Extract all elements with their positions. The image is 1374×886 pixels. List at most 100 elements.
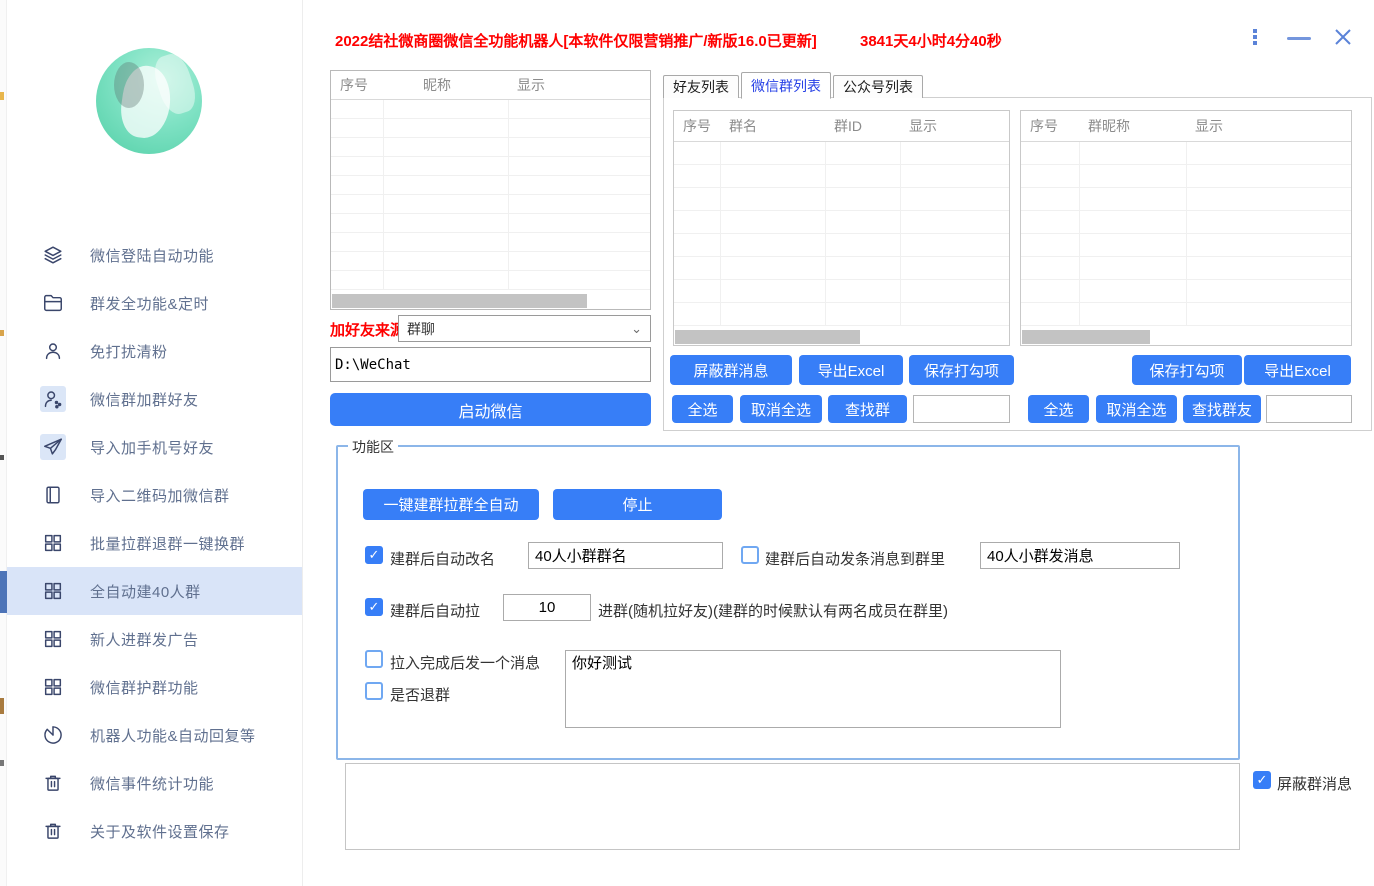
find-group-input[interactable] bbox=[913, 395, 1010, 423]
table-row[interactable] bbox=[674, 187, 1009, 210]
save-checked-button[interactable]: 保存打勾项 bbox=[1132, 355, 1242, 385]
auto-pull-checkbox[interactable] bbox=[365, 598, 383, 616]
horizontal-scrollbar[interactable] bbox=[675, 330, 1009, 344]
rename-checkbox[interactable] bbox=[365, 546, 383, 564]
horizontal-scrollbar[interactable] bbox=[1022, 330, 1351, 344]
table-row[interactable] bbox=[331, 232, 650, 251]
table-row[interactable] bbox=[1021, 256, 1351, 279]
sidebar-item[interactable]: 导入二维码加微信群 bbox=[7, 471, 302, 519]
sidebar-item[interactable]: 机器人功能&自动回复等 bbox=[7, 711, 302, 759]
tab[interactable]: 好友列表 bbox=[663, 75, 739, 98]
column-header[interactable]: 显示 bbox=[900, 111, 1009, 141]
menu-dots-icon[interactable] bbox=[1245, 26, 1265, 48]
scrollbar-thumb[interactable] bbox=[1022, 330, 1150, 344]
sidebar-item[interactable]: 群发全功能&定时 bbox=[7, 279, 302, 327]
group-table: 序号群名群ID显示 bbox=[673, 110, 1010, 346]
scrollbar-thumb[interactable] bbox=[675, 330, 860, 344]
pull-count-input[interactable] bbox=[503, 594, 591, 621]
sidebar-item[interactable]: 微信群护群功能 bbox=[7, 663, 302, 711]
export-excel-button[interactable]: 导出Excel bbox=[1244, 355, 1351, 385]
table-row[interactable] bbox=[331, 175, 650, 194]
export-excel-button[interactable]: 导出Excel bbox=[799, 355, 903, 385]
table-row[interactable] bbox=[331, 251, 650, 270]
scrollbar-thumb[interactable] bbox=[332, 294, 587, 308]
table-row[interactable] bbox=[1021, 302, 1351, 325]
table-row[interactable] bbox=[1021, 187, 1351, 210]
unselect-all-button[interactable]: 取消全选 bbox=[740, 395, 822, 423]
screen-edge-strip bbox=[0, 0, 7, 886]
sidebar-item[interactable]: 微信登陆自动功能 bbox=[7, 231, 302, 279]
find-group-button[interactable]: 查找群 bbox=[828, 395, 907, 423]
table-row[interactable] bbox=[674, 256, 1009, 279]
column-header[interactable]: 序号 bbox=[331, 71, 383, 99]
column-header[interactable]: 群名 bbox=[720, 111, 825, 141]
after-message-label: 拉入完成后发一个消息 bbox=[390, 652, 540, 673]
start-wechat-button[interactable]: 启动微信 bbox=[330, 393, 651, 426]
table-row[interactable] bbox=[674, 233, 1009, 256]
after-message-checkbox[interactable] bbox=[365, 650, 383, 668]
group-name-input[interactable] bbox=[528, 542, 723, 569]
table-row[interactable] bbox=[674, 141, 1009, 164]
table-row[interactable] bbox=[1021, 279, 1351, 302]
column-header[interactable]: 序号 bbox=[674, 111, 720, 141]
auto-create-group-button[interactable]: 一键建群拉群全自动 bbox=[363, 489, 539, 520]
sidebar-item[interactable]: 导入加手机号好友 bbox=[7, 423, 302, 471]
column-header[interactable]: 显示 bbox=[1186, 111, 1351, 141]
table-row[interactable] bbox=[331, 194, 650, 213]
column-header[interactable]: 群昵称 bbox=[1079, 111, 1186, 141]
sidebar-item[interactable]: 全自动建40人群 bbox=[7, 567, 302, 615]
notebook-icon bbox=[40, 482, 66, 508]
horizontal-scrollbar[interactable] bbox=[332, 294, 650, 308]
column-header[interactable]: 群ID bbox=[825, 111, 900, 141]
sidebar-item[interactable]: 免打扰清粉 bbox=[7, 327, 302, 375]
unselect-all-button[interactable]: 取消全选 bbox=[1096, 395, 1177, 423]
block-group-msg-button[interactable]: 屏蔽群消息 bbox=[670, 355, 792, 385]
sidebar-item[interactable]: 批量拉群退群一键换群 bbox=[7, 519, 302, 567]
table-row[interactable] bbox=[674, 210, 1009, 233]
table-row[interactable] bbox=[331, 137, 650, 156]
find-member-input[interactable] bbox=[1266, 395, 1352, 423]
sidebar-item[interactable]: 关于及软件设置保存 bbox=[7, 807, 302, 855]
sidebar-item[interactable]: 微信事件统计功能 bbox=[7, 759, 302, 807]
message-textarea[interactable] bbox=[565, 650, 1061, 728]
pie-chart-icon bbox=[40, 722, 66, 748]
friend-source-select[interactable]: 群聊 ⌄ bbox=[398, 315, 651, 342]
send-message-checkbox[interactable] bbox=[741, 546, 759, 564]
minimize-button[interactable] bbox=[1286, 35, 1312, 41]
tab[interactable]: 公众号列表 bbox=[833, 75, 923, 98]
group-message-input[interactable] bbox=[980, 542, 1180, 569]
sidebar-item[interactable]: 新人进群发广告 bbox=[7, 615, 302, 663]
quit-group-checkbox[interactable] bbox=[365, 682, 383, 700]
function-area-legend: 功能区 bbox=[348, 437, 398, 457]
log-box bbox=[345, 763, 1240, 850]
session-timer: 3841天4小时4分40秒 bbox=[860, 30, 1002, 51]
table-row[interactable] bbox=[331, 118, 650, 137]
close-button[interactable] bbox=[1330, 24, 1356, 50]
table-row[interactable] bbox=[331, 213, 650, 232]
stop-button[interactable]: 停止 bbox=[553, 489, 722, 520]
avatar[interactable] bbox=[96, 48, 202, 154]
tab[interactable]: 微信群列表 bbox=[741, 72, 831, 99]
column-header[interactable]: 昵称 bbox=[383, 71, 508, 99]
table-row[interactable] bbox=[1021, 210, 1351, 233]
table-row[interactable] bbox=[331, 270, 650, 289]
wechat-path-input[interactable] bbox=[330, 347, 651, 382]
select-all-button[interactable]: 全选 bbox=[1028, 395, 1089, 423]
table-row[interactable] bbox=[674, 279, 1009, 302]
auto-pull-label: 建群后自动拉 bbox=[390, 600, 480, 621]
block-group-msg-checkbox[interactable] bbox=[1253, 771, 1271, 789]
column-header[interactable]: 序号 bbox=[1021, 111, 1079, 141]
save-checked-button[interactable]: 保存打勾项 bbox=[909, 355, 1014, 385]
table-row[interactable] bbox=[1021, 141, 1351, 164]
table-row[interactable] bbox=[674, 302, 1009, 325]
select-all-button[interactable]: 全选 bbox=[672, 395, 733, 423]
table-row[interactable] bbox=[674, 164, 1009, 187]
person-icon bbox=[40, 338, 66, 364]
find-member-button[interactable]: 查找群友 bbox=[1183, 395, 1261, 423]
column-header[interactable]: 显示 bbox=[508, 71, 650, 99]
table-row[interactable] bbox=[331, 99, 650, 118]
table-row[interactable] bbox=[331, 156, 650, 175]
table-row[interactable] bbox=[1021, 164, 1351, 187]
sidebar-item[interactable]: 微信群加群好友 bbox=[7, 375, 302, 423]
table-row[interactable] bbox=[1021, 233, 1351, 256]
